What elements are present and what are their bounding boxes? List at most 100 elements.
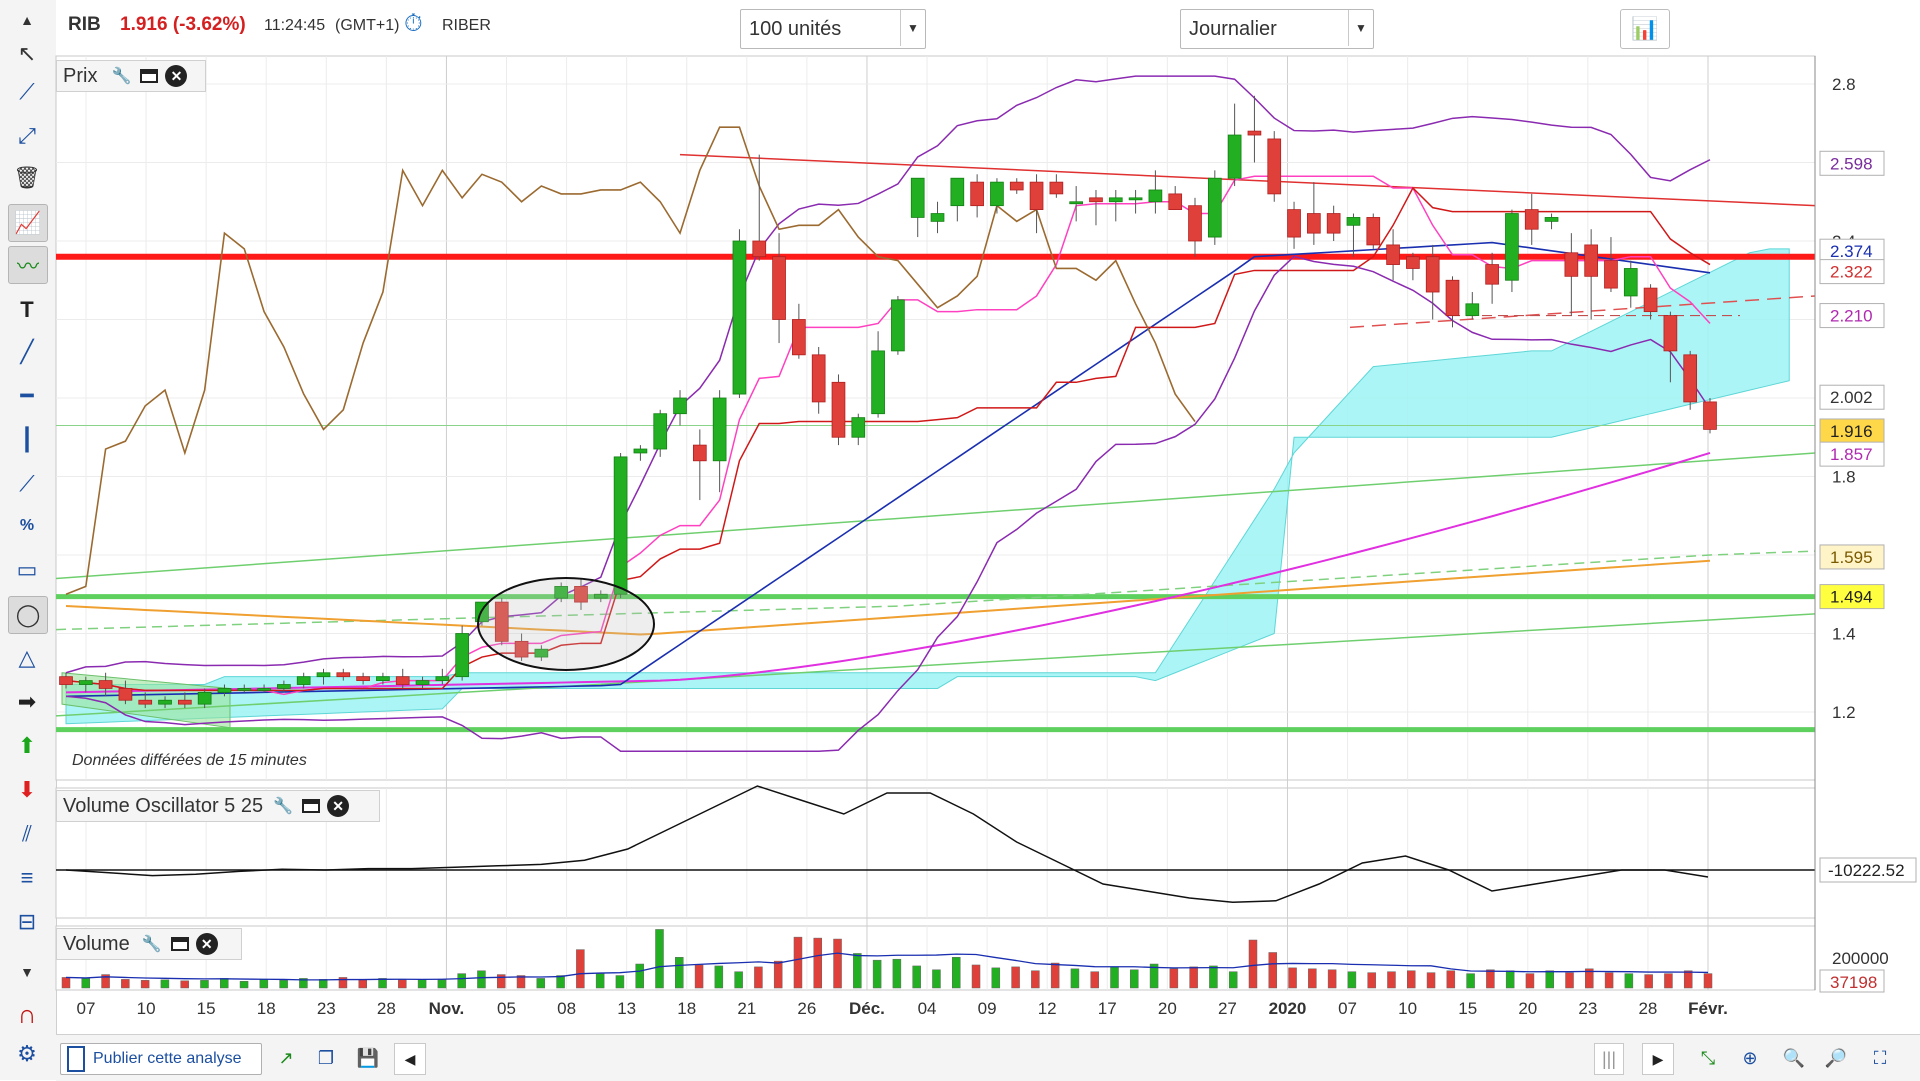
candle-body bbox=[1029, 181, 1044, 211]
volume-bar bbox=[1446, 970, 1456, 989]
volume-bar bbox=[279, 980, 288, 989]
x-tick-label: 23 bbox=[317, 999, 336, 1018]
zoom-out-icon[interactable]: 🔍 bbox=[1778, 1043, 1810, 1073]
volume-bar bbox=[734, 971, 743, 989]
save-icon[interactable]: 💾 bbox=[352, 1043, 384, 1073]
scrollbar-thumb[interactable]: ||| bbox=[1594, 1043, 1624, 1075]
volume-bar bbox=[635, 963, 644, 989]
x-tick-label: 13 bbox=[617, 999, 636, 1018]
volume-bar bbox=[932, 969, 941, 989]
zoom-in-icon[interactable]: 🔎 bbox=[1820, 1043, 1852, 1073]
volume-bar bbox=[1664, 973, 1673, 989]
volume-bar bbox=[595, 973, 605, 989]
x-tick-label: 26 bbox=[797, 999, 816, 1018]
windows-icon[interactable]: ❐ bbox=[310, 1043, 342, 1073]
candle-body bbox=[772, 256, 786, 320]
candle-body bbox=[891, 299, 905, 352]
volume-bar bbox=[714, 965, 724, 989]
candle-body bbox=[336, 672, 351, 678]
volume-bar bbox=[615, 975, 625, 989]
volume-bar bbox=[1545, 970, 1554, 989]
candle-body bbox=[1307, 213, 1321, 234]
maximize-window-icon[interactable] bbox=[137, 64, 161, 88]
x-tick-label: 23 bbox=[1578, 999, 1597, 1018]
volume-bar bbox=[1367, 972, 1376, 989]
maximize-window-icon[interactable] bbox=[168, 932, 192, 956]
candle-body bbox=[792, 319, 806, 356]
x-tick-label: Nov. bbox=[429, 999, 465, 1018]
scroll-left-button[interactable]: ◀ bbox=[394, 1043, 426, 1075]
candle-body bbox=[1227, 134, 1242, 179]
annotation-ellipse bbox=[477, 577, 655, 671]
volume-bar bbox=[1387, 971, 1396, 989]
candle-body bbox=[1247, 130, 1262, 136]
close-icon[interactable]: ✕ bbox=[165, 65, 188, 87]
zoom-area-icon[interactable]: ⊕ bbox=[1734, 1043, 1766, 1073]
volume-osc-title: Volume Oscillator 5 25 bbox=[63, 794, 264, 817]
wrench-icon[interactable]: 🔧 bbox=[140, 932, 164, 956]
volume-bar bbox=[398, 979, 407, 989]
volume-bar bbox=[1486, 969, 1495, 989]
price-tag-label: 2.598 bbox=[1830, 154, 1873, 173]
volume-bar bbox=[437, 979, 447, 989]
candle-body bbox=[673, 397, 687, 415]
volume-bar bbox=[892, 958, 902, 989]
candle-body bbox=[1089, 197, 1103, 203]
candle-body bbox=[930, 213, 945, 222]
volume-bar bbox=[971, 964, 981, 989]
maximize-window-icon[interactable] bbox=[299, 794, 323, 818]
export-chart-icon[interactable]: ↗ bbox=[270, 1043, 302, 1073]
candle-body bbox=[435, 676, 450, 681]
candle-body bbox=[296, 676, 311, 685]
price-tag-label: 1.857 bbox=[1830, 445, 1873, 464]
scroll-right-button[interactable]: ▶ bbox=[1642, 1043, 1674, 1075]
volume-bar bbox=[1426, 972, 1436, 989]
volume-bar bbox=[853, 953, 862, 989]
volume-bar bbox=[140, 980, 150, 989]
volume-bar bbox=[1347, 971, 1357, 989]
volume-bar bbox=[991, 967, 1001, 989]
volume-bar bbox=[1407, 970, 1416, 989]
candle-body bbox=[1544, 217, 1559, 222]
publish-analysis-button[interactable]: Publier cette analyse bbox=[60, 1043, 262, 1075]
volume-bar bbox=[61, 977, 71, 989]
candle-body bbox=[1287, 209, 1301, 238]
auto-scale-icon[interactable]: ⤡ bbox=[1692, 1043, 1724, 1073]
candle-body bbox=[237, 688, 252, 691]
fullscreen-icon[interactable]: ⛶ bbox=[1864, 1043, 1896, 1073]
volume-bar bbox=[912, 965, 921, 989]
candle-body bbox=[98, 680, 113, 689]
wrench-icon[interactable]: 🔧 bbox=[109, 64, 133, 88]
volume-tick-label: 200000 bbox=[1832, 949, 1889, 968]
close-icon[interactable]: ✕ bbox=[327, 795, 350, 817]
candle-body bbox=[1406, 256, 1420, 269]
volume-bar bbox=[259, 979, 269, 989]
candle-body bbox=[118, 688, 133, 701]
candle-body bbox=[59, 676, 73, 685]
price-tag-label: 2.322 bbox=[1830, 263, 1873, 282]
candle-body bbox=[1386, 244, 1400, 265]
wrench-icon[interactable]: 🔧 bbox=[271, 794, 295, 818]
volume-bar bbox=[1505, 970, 1515, 989]
candle-body bbox=[633, 448, 648, 454]
candle-body bbox=[851, 417, 866, 438]
volume-bar bbox=[1703, 973, 1713, 989]
candle-body bbox=[1128, 197, 1143, 201]
volume-title: Volume bbox=[63, 932, 130, 955]
volume-bar bbox=[754, 966, 763, 989]
x-tick-label: 28 bbox=[377, 999, 396, 1018]
candle-body bbox=[78, 680, 93, 685]
volume-bar bbox=[457, 973, 466, 989]
close-icon[interactable]: ✕ bbox=[195, 933, 218, 955]
price-tick-label: 1.4 bbox=[1832, 625, 1856, 644]
candle-body bbox=[197, 691, 212, 705]
volume-bar bbox=[1624, 973, 1634, 989]
volume-bar bbox=[239, 981, 249, 989]
x-tick-label: 10 bbox=[1398, 999, 1417, 1018]
volume-bar bbox=[1327, 969, 1337, 989]
x-tick-label: 2020 bbox=[1269, 999, 1307, 1018]
candle-body bbox=[831, 381, 846, 438]
volume-bar bbox=[1110, 966, 1119, 989]
bottom-toolbar: Publier cette analyse ↗ ❐ 💾 ◀ ||| ▶ ⤡ ⊕ … bbox=[56, 1034, 1920, 1081]
candle-body bbox=[871, 350, 885, 415]
